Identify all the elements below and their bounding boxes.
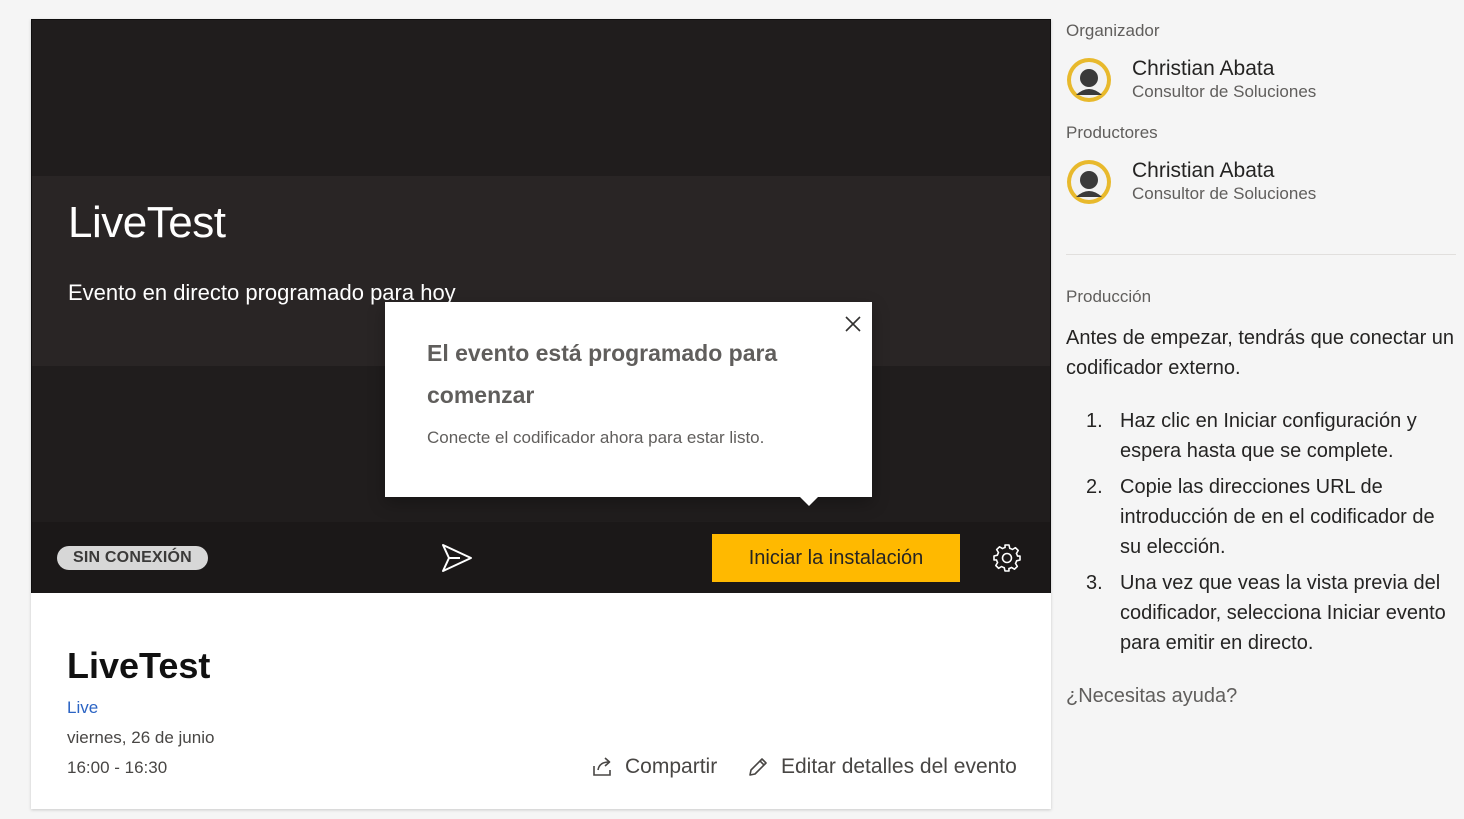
share-label: Compartir xyxy=(625,755,718,778)
help-link[interactable]: ¿Necesitas ayuda? xyxy=(1066,685,1237,708)
send-icon[interactable] xyxy=(440,542,474,574)
pencil-icon xyxy=(749,758,767,776)
event-date: viernes, 26 de junio xyxy=(67,728,215,747)
popup-text: Conecte el codificador ahora para estar … xyxy=(427,428,765,447)
list-item: 3. Una vez que veas la vista previa del c… xyxy=(1086,572,1446,654)
organizer-info: Christian Abata Consultor de Soluciones xyxy=(1132,57,1316,103)
organizer-label: Organizador xyxy=(1066,21,1160,40)
popup-title: El evento está programado para comenzar xyxy=(427,340,778,408)
gear-icon[interactable] xyxy=(992,543,1022,573)
event-title: LiveTest xyxy=(67,645,211,686)
share-icon xyxy=(593,757,611,776)
event-time: 16:00 - 16:30 xyxy=(67,758,168,777)
event-type-link[interactable]: Live xyxy=(67,698,98,718)
avatar xyxy=(1067,160,1111,204)
event-scheduled-popup: El evento está programado para comenzar … xyxy=(385,302,872,506)
start-setup-button[interactable]: Iniciar la instalación xyxy=(712,534,960,582)
status-badge: SIN CONEXIÓN xyxy=(57,546,208,570)
producer-person: Christian Abata Consultor de Soluciones xyxy=(1066,159,1316,205)
production-intro: Antes de empezar, tendrás que conectar u… xyxy=(1066,327,1455,379)
producer-info: Christian Abata Consultor de Soluciones xyxy=(1132,159,1316,205)
list-item: 2. Copie las direcciones URL de introducc… xyxy=(1086,476,1435,558)
production-label: Producción xyxy=(1066,287,1152,306)
close-icon[interactable] xyxy=(842,313,864,335)
organizer-person: Christian Abata Consultor de Soluciones xyxy=(1066,57,1316,103)
production-steps: 1. Haz clic en Iniciar configuración y es… xyxy=(1066,406,1456,664)
edit-label: Editar detalles del evento xyxy=(781,755,1017,778)
organizer-role: Consultor de Soluciones xyxy=(1132,82,1317,101)
edit-event-button[interactable]: Editar detalles del evento xyxy=(747,752,1017,782)
producer-name: Christian Abata xyxy=(1132,159,1275,182)
organizer-name: Christian Abata xyxy=(1132,57,1275,80)
player-controls: SIN CONEXIÓN Iniciar la instalación xyxy=(32,522,1050,593)
list-item: 1. Haz clic en Iniciar configuración y es… xyxy=(1086,410,1417,462)
producer-role: Consultor de Soluciones xyxy=(1132,184,1317,203)
producers-label: Productores xyxy=(1066,123,1158,142)
avatar xyxy=(1067,58,1111,102)
divider xyxy=(1066,254,1456,255)
share-button[interactable]: Compartir xyxy=(591,752,717,782)
banner-title: LiveTest xyxy=(68,198,226,247)
